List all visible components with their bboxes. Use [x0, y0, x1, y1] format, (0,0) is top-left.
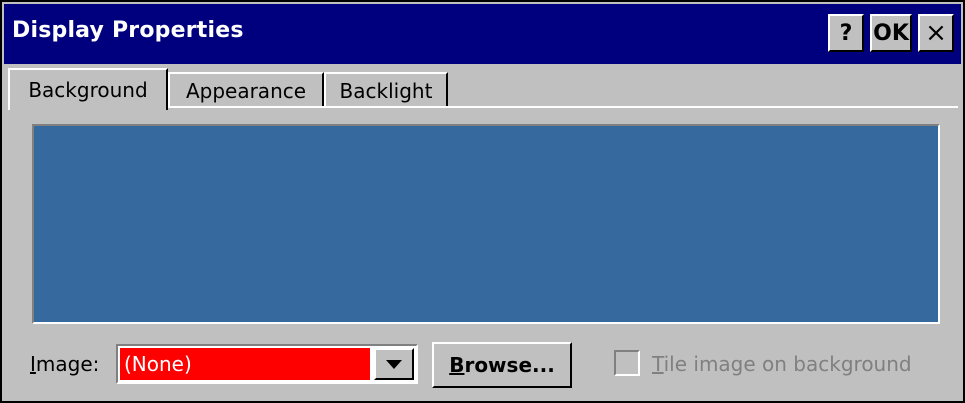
browse-mnemonic: B [449, 353, 465, 377]
image-label: Image: [30, 352, 99, 376]
browse-label-text: rowse... [464, 353, 555, 377]
tile-label-mnemonic: T [652, 352, 664, 376]
close-icon[interactable]: × [918, 14, 954, 52]
background-preview [32, 124, 940, 324]
image-label-text: mage: [35, 352, 100, 376]
image-dropdown-button[interactable] [374, 348, 414, 380]
tab-background[interactable]: Background [8, 68, 168, 110]
browse-button[interactable]: Browse... [432, 342, 572, 388]
window-title: Display Properties [12, 18, 244, 43]
help-button[interactable]: ? [828, 14, 864, 52]
display-properties-window: Display Properties ? OK × Background App… [0, 0, 965, 403]
image-combobox[interactable]: (None) [116, 344, 418, 384]
tile-image-label: Tile image on background [652, 352, 912, 376]
tab-strip: Background Appearance Backlight [8, 68, 958, 110]
chevron-down-icon [386, 359, 402, 369]
tile-image-checkbox[interactable] [614, 350, 640, 376]
ok-button[interactable]: OK [870, 14, 912, 52]
title-bar[interactable]: Display Properties ? OK × [4, 4, 961, 64]
tab-appearance[interactable]: Appearance [168, 72, 324, 108]
tile-label-text: ile image on background [663, 352, 912, 376]
image-combobox-value[interactable]: (None) [120, 348, 370, 380]
tab-backlight[interactable]: Backlight [324, 72, 448, 108]
